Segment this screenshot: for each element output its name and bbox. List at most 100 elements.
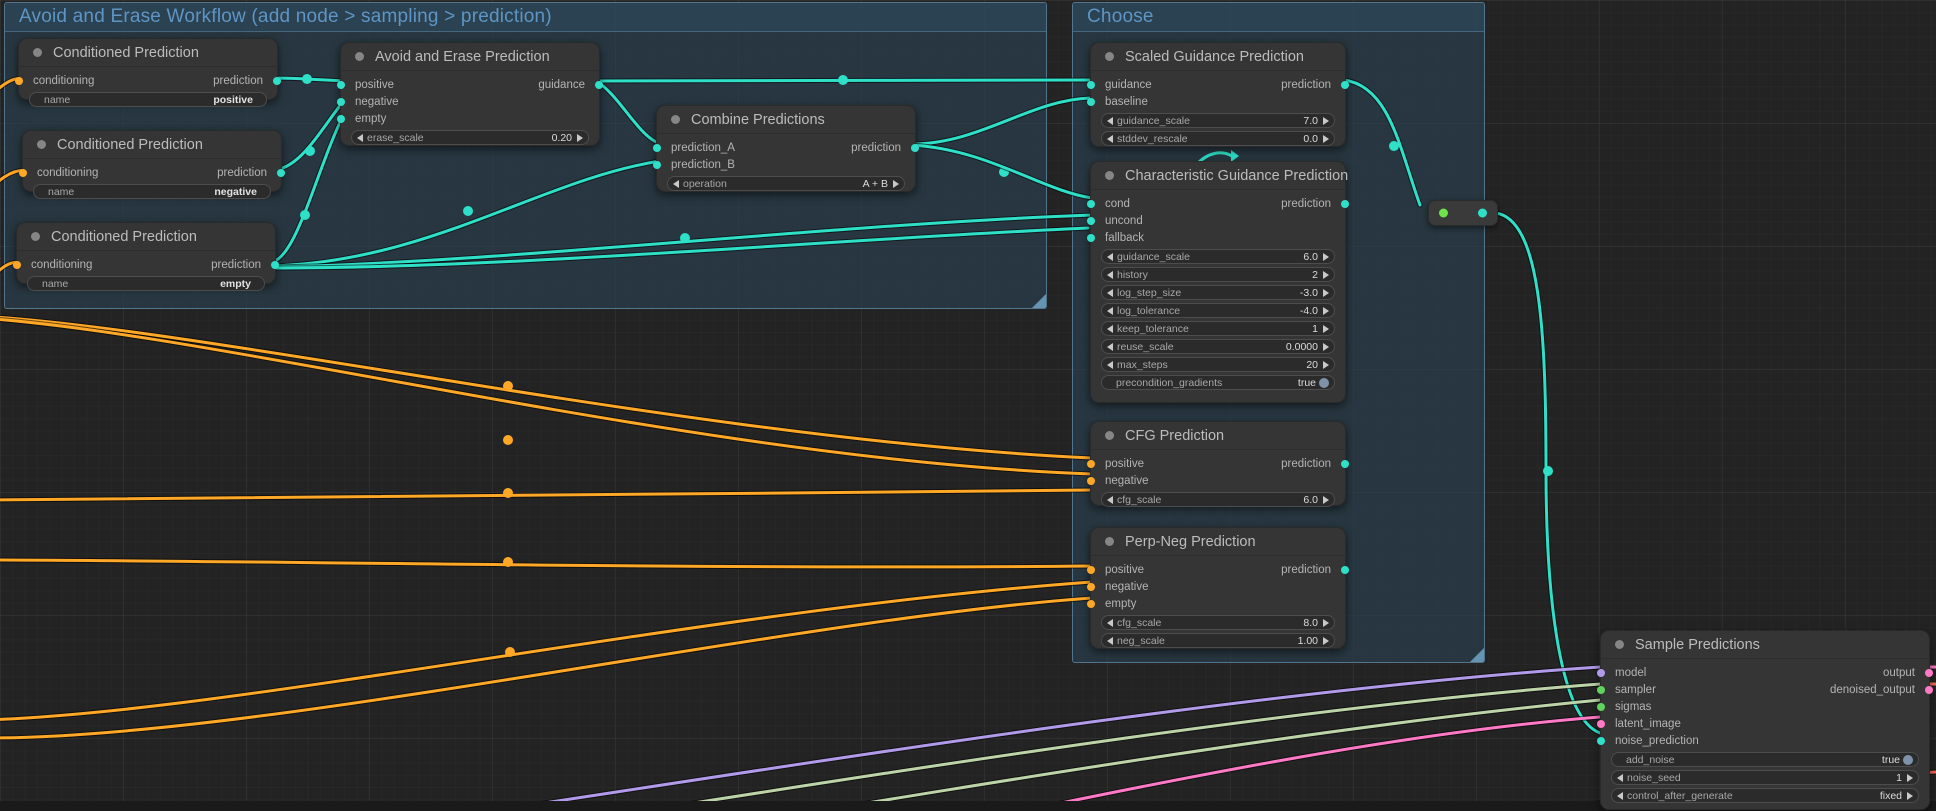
input-port-prediction-a[interactable] xyxy=(653,143,661,152)
output-port-prediction[interactable] xyxy=(273,76,281,85)
output-port-denoised-output[interactable] xyxy=(1925,685,1933,694)
output-port-prediction[interactable] xyxy=(271,260,279,269)
increment-icon[interactable] xyxy=(1323,288,1329,297)
decrement-icon[interactable] xyxy=(1107,252,1113,261)
node-conditioned-prediction-positive[interactable]: Conditioned Prediction conditioning pred… xyxy=(15,38,281,107)
decrement-icon[interactable] xyxy=(357,133,363,142)
input-port-noise-prediction[interactable] xyxy=(1597,736,1605,745)
node-conditioned-prediction-empty[interactable]: Conditioned Prediction conditioning pred… xyxy=(13,222,279,291)
node-title-bar[interactable]: Combine Predictions xyxy=(657,106,915,134)
input-port-guidance[interactable] xyxy=(1087,80,1095,89)
widget-add-noise[interactable]: add_noise true xyxy=(1611,752,1919,767)
decrement-icon[interactable] xyxy=(1617,773,1623,782)
widget-reuse-scale[interactable]: reuse_scale 0.0000 xyxy=(1101,339,1335,354)
decrement-icon[interactable] xyxy=(1107,495,1113,504)
output-port-prediction[interactable] xyxy=(1341,565,1349,574)
node-title-bar[interactable]: Conditioned Prediction xyxy=(23,131,281,159)
widget-cfg-scale[interactable]: cfg_scale 8.0 xyxy=(1101,615,1335,630)
group-resize-corner[interactable] xyxy=(1032,294,1046,308)
node-title-bar[interactable]: Characteristic Guidance Prediction xyxy=(1091,162,1348,190)
output-port-prediction[interactable] xyxy=(1341,459,1349,468)
input-port-conditioning[interactable] xyxy=(13,260,21,269)
widget-name[interactable]: name negative xyxy=(33,184,271,199)
decrement-icon[interactable] xyxy=(1107,270,1113,279)
widget-history[interactable]: history 2 xyxy=(1101,267,1335,282)
toggle-icon[interactable] xyxy=(1903,754,1913,765)
widget-guidance-scale[interactable]: guidance_scale 7.0 xyxy=(1101,113,1335,128)
widget-log-tolerance[interactable]: log_tolerance -4.0 xyxy=(1101,303,1335,318)
increment-icon[interactable] xyxy=(1323,342,1329,351)
input-port-sigmas[interactable] xyxy=(1597,702,1605,711)
node-avoid-and-erase-prediction[interactable]: Avoid and Erase Prediction positive guid… xyxy=(337,42,603,146)
node-title-bar[interactable]: CFG Prediction xyxy=(1091,422,1345,450)
group-resize-corner-choose[interactable] xyxy=(1470,648,1484,662)
decrement-icon[interactable] xyxy=(1107,116,1113,125)
widget-stddev-rescale[interactable]: stddev_rescale 0.0 xyxy=(1101,131,1335,146)
node-collapse-icon[interactable] xyxy=(671,115,680,124)
node-title-bar[interactable]: Avoid and Erase Prediction xyxy=(341,43,599,71)
decrement-icon[interactable] xyxy=(673,179,679,188)
decrement-icon[interactable] xyxy=(1107,618,1113,627)
widget-neg-scale[interactable]: neg_scale 1.00 xyxy=(1101,633,1335,648)
node-characteristic-guidance-prediction[interactable]: Characteristic Guidance Prediction cond … xyxy=(1087,161,1349,403)
node-collapse-icon[interactable] xyxy=(1105,537,1114,546)
node-title-bar[interactable]: Sample Predictions xyxy=(1601,631,1929,659)
increment-icon[interactable] xyxy=(1323,360,1329,369)
decrement-icon[interactable] xyxy=(1107,324,1113,333)
widget-cfg-scale[interactable]: cfg_scale 6.0 xyxy=(1101,492,1335,507)
input-port-negative[interactable] xyxy=(1087,582,1095,591)
increment-icon[interactable] xyxy=(1323,116,1329,125)
node-collapse-icon[interactable] xyxy=(1105,52,1114,61)
reroute-output-port[interactable] xyxy=(1478,208,1487,218)
input-port-positive[interactable] xyxy=(1087,565,1095,574)
increment-icon[interactable] xyxy=(577,133,583,142)
toggle-icon[interactable] xyxy=(1319,377,1329,388)
node-cfg-prediction[interactable]: CFG Prediction positive prediction negat… xyxy=(1087,421,1349,507)
node-sample-predictions[interactable]: Sample Predictions model output sampler … xyxy=(1597,630,1933,810)
input-port-negative[interactable] xyxy=(1087,476,1095,485)
increment-icon[interactable] xyxy=(1323,306,1329,315)
node-perp-neg-prediction[interactable]: Perp-Neg Prediction positive prediction … xyxy=(1087,527,1349,649)
output-port-guidance[interactable] xyxy=(595,80,603,89)
node-title-bar[interactable]: Scaled Guidance Prediction xyxy=(1091,43,1345,71)
increment-icon[interactable] xyxy=(1323,495,1329,504)
input-port-baseline[interactable] xyxy=(1087,97,1095,106)
increment-icon[interactable] xyxy=(1323,324,1329,333)
input-port-latent-image[interactable] xyxy=(1597,719,1605,728)
widget-erase-scale[interactable]: erase_scale 0.20 xyxy=(351,130,589,145)
node-title-bar[interactable]: Conditioned Prediction xyxy=(19,39,277,67)
node-combine-predictions[interactable]: Combine Predictions prediction_A predict… xyxy=(653,105,919,192)
input-port-fallback[interactable] xyxy=(1087,233,1095,242)
input-port-sampler[interactable] xyxy=(1597,685,1605,694)
reroute-node[interactable] xyxy=(1428,200,1498,226)
node-collapse-icon[interactable] xyxy=(33,48,42,57)
decrement-icon[interactable] xyxy=(1107,636,1113,645)
output-port-prediction[interactable] xyxy=(1341,80,1349,89)
increment-icon[interactable] xyxy=(1907,773,1913,782)
increment-icon[interactable] xyxy=(1323,270,1329,279)
decrement-icon[interactable] xyxy=(1107,342,1113,351)
node-scaled-guidance-prediction[interactable]: Scaled Guidance Prediction guidance pred… xyxy=(1087,42,1349,147)
widget-operation[interactable]: operation A + B xyxy=(667,176,905,191)
output-port-prediction[interactable] xyxy=(277,168,285,177)
input-port-model[interactable] xyxy=(1597,668,1605,677)
output-port-output[interactable] xyxy=(1925,668,1933,677)
decrement-icon[interactable] xyxy=(1107,360,1113,369)
decrement-icon[interactable] xyxy=(1107,306,1113,315)
node-collapse-icon[interactable] xyxy=(355,52,364,61)
node-collapse-icon[interactable] xyxy=(1105,431,1114,440)
node-collapse-icon[interactable] xyxy=(1105,171,1114,180)
widget-noise-seed[interactable]: noise_seed 1 xyxy=(1611,770,1919,785)
input-port-uncond[interactable] xyxy=(1087,216,1095,225)
input-port-conditioning[interactable] xyxy=(15,76,23,85)
increment-icon[interactable] xyxy=(893,179,899,188)
widget-keep-tolerance[interactable]: keep_tolerance 1 xyxy=(1101,321,1335,336)
widget-guidance-scale[interactable]: guidance_scale 6.0 xyxy=(1101,249,1335,264)
reroute-input-port[interactable] xyxy=(1439,208,1448,218)
decrement-icon[interactable] xyxy=(1107,134,1113,143)
decrement-icon[interactable] xyxy=(1617,791,1623,800)
input-port-prediction-b[interactable] xyxy=(653,160,661,169)
widget-log-step-size[interactable]: log_step_size -3.0 xyxy=(1101,285,1335,300)
increment-icon[interactable] xyxy=(1907,791,1913,800)
widget-name[interactable]: name positive xyxy=(29,92,267,107)
